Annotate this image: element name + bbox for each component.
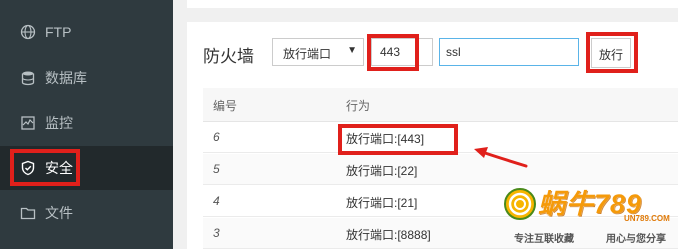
- row-action: 放行端口:[22]: [346, 164, 418, 178]
- sidebar-item-label: 数据库: [45, 70, 87, 86]
- watermark: 蜗牛789 UN789.COM 专注互联收藏 用心与您分享: [502, 180, 678, 249]
- page-title: 防火墙: [203, 47, 254, 66]
- annotation-arrow-icon: [474, 147, 528, 168]
- highlight-box-row: [338, 124, 458, 155]
- rule-type-select-value: 放行端口: [283, 47, 332, 61]
- watermark-url: UN789.COM: [624, 214, 670, 223]
- highlight-box-port: [367, 34, 419, 71]
- database-icon: [20, 70, 36, 86]
- snail-logo-icon: [504, 188, 536, 220]
- row-action: 放行端口:[8888]: [346, 228, 431, 242]
- row-id: 4: [213, 194, 220, 208]
- sidebar: FTP 数据库 监控 安全 文件: [0, 0, 173, 249]
- caret-down-icon: ▼: [347, 45, 357, 56]
- sidebar-item-label: FTP: [45, 24, 72, 40]
- row-id: 5: [213, 162, 220, 176]
- sidebar-item-label: 文件: [45, 205, 73, 221]
- sidebar-item-database[interactable]: 数据库: [0, 56, 173, 100]
- watermark-slogan-left: 专注互联收藏: [514, 234, 574, 245]
- row-id: 6: [213, 130, 220, 144]
- table-header: 编号 行为: [203, 88, 678, 122]
- header-action: 行为: [346, 99, 371, 113]
- row-id: 3: [213, 226, 220, 240]
- monitor-icon: [20, 115, 36, 131]
- top-panel: [187, 0, 678, 8]
- highlight-box-allow: [586, 32, 638, 73]
- sidebar-item-files[interactable]: 文件: [0, 191, 173, 235]
- folder-icon: [20, 205, 36, 221]
- note-input[interactable]: ssl: [439, 38, 579, 66]
- sidebar-item-monitor[interactable]: 监控: [0, 101, 173, 145]
- rule-type-select[interactable]: 放行端口 ▼: [272, 38, 364, 66]
- highlight-box-security: [10, 149, 80, 186]
- globe-icon: [20, 24, 36, 40]
- watermark-slogan-right: 用心与您分享: [606, 234, 666, 245]
- row-action: 放行端口:[21]: [346, 196, 418, 210]
- header-id: 编号: [213, 99, 238, 113]
- sidebar-item-ftp[interactable]: FTP: [0, 10, 173, 54]
- sidebar-item-label: 监控: [45, 115, 73, 131]
